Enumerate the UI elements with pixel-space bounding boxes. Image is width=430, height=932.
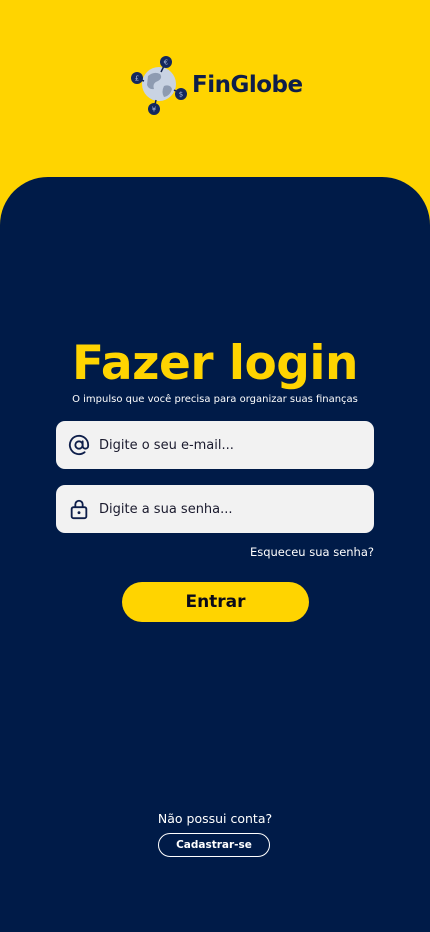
- brand-name: FinGlobe: [192, 72, 303, 98]
- at-sign-icon: [68, 434, 90, 455]
- forgot-password-link[interactable]: Esqueceu sua senha?: [250, 545, 374, 559]
- brand-logo: € £ $ ¥ FinGlobe: [128, 50, 308, 120]
- svg-text:€: €: [164, 59, 168, 67]
- svg-text:¥: ¥: [152, 106, 157, 114]
- signup-button[interactable]: Cadastrar-se: [158, 833, 270, 857]
- email-input[interactable]: [97, 436, 361, 454]
- svg-text:$: $: [179, 91, 183, 99]
- lock-icon: [70, 499, 88, 520]
- password-input[interactable]: [97, 500, 361, 518]
- password-field[interactable]: [56, 485, 374, 533]
- svg-text:£: £: [135, 75, 139, 83]
- page-title: Fazer login: [72, 336, 358, 391]
- globe-currency-icon: € £ $ ¥: [131, 56, 187, 115]
- login-button[interactable]: Entrar: [122, 582, 309, 622]
- page-subtitle: O impulso que você precisa para organiza…: [72, 394, 358, 405]
- email-field[interactable]: [56, 421, 374, 469]
- no-account-text: Não possui conta?: [157, 811, 273, 826]
